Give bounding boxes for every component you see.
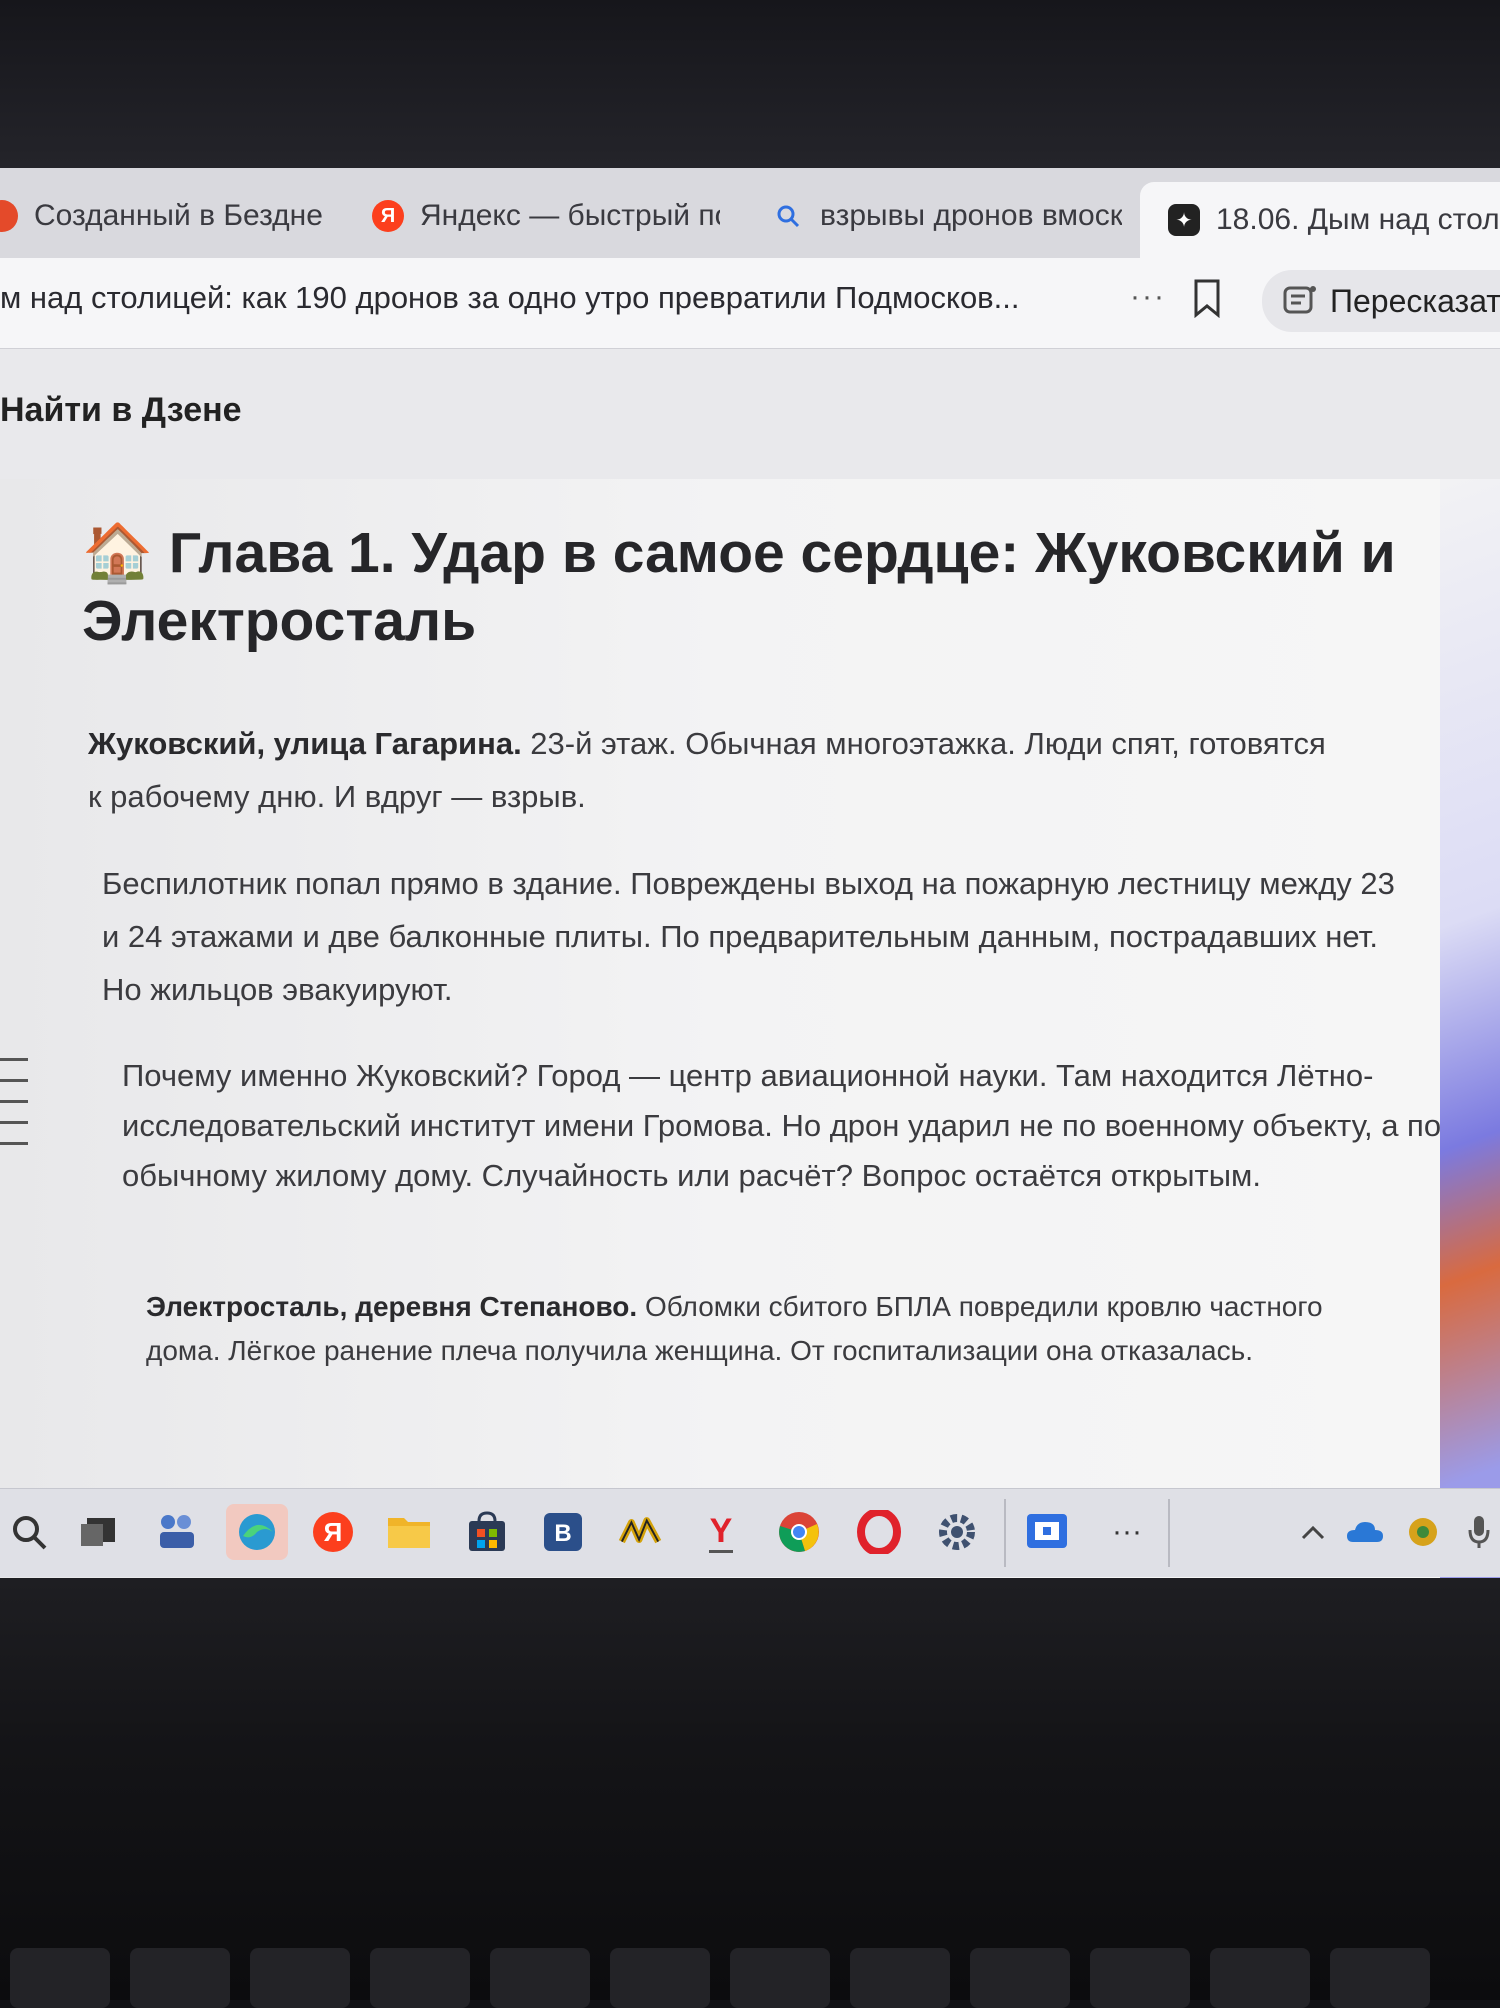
keyboard-key — [1330, 1948, 1430, 2008]
keyboard-key — [730, 1948, 830, 2008]
keyboard-key — [970, 1948, 1070, 2008]
y-letter: Y — [710, 1512, 733, 1550]
desktop-wallpaper-edge — [1440, 479, 1500, 1578]
cloud-icon[interactable] — [1342, 1509, 1388, 1555]
keyboard-key — [370, 1948, 470, 2008]
article-paragraph: Почему именно Жуковский? Город — центр а… — [122, 1051, 1442, 1201]
tab-label: Яндекс — быстрый по — [420, 199, 720, 232]
yandex-y-icon[interactable]: Y — [698, 1509, 744, 1555]
keyboard-key — [1210, 1948, 1310, 2008]
store-icon[interactable] — [464, 1509, 510, 1555]
search-icon — [772, 200, 804, 232]
article-paragraph: Электросталь, деревня Степаново. Обломки… — [146, 1285, 1386, 1373]
settings-gear-icon[interactable] — [934, 1509, 980, 1555]
article-body: 🏠 Глава 1. Удар в самое сердце: Жуковски… — [0, 479, 1442, 1578]
taskbar-divider — [1168, 1499, 1170, 1567]
keyboard-function-row — [0, 1940, 1500, 2008]
microphone-icon[interactable] — [1456, 1509, 1500, 1555]
retell-button[interactable]: Пересказат — [1262, 270, 1500, 332]
tab-smoke-over-capital[interactable]: ✦ 18.06. Дым над стол × — [1140, 182, 1500, 258]
keyboard-key — [1090, 1948, 1190, 2008]
laptop-body — [0, 1578, 1500, 2000]
media-app-icon[interactable] — [618, 1509, 664, 1555]
tab-label: взрывы дронов вмоск — [820, 199, 1122, 232]
house-icon: 🏠 — [82, 521, 153, 585]
more-button[interactable]: ··· — [1130, 280, 1166, 314]
windows-taskbar: Я B Y ··· — [0, 1488, 1500, 1577]
keyboard-key — [130, 1948, 230, 2008]
paragraph-lead: Электросталь, деревня Степаново. — [146, 1291, 638, 1322]
paragraph-text: Почему именно Жуковский? Город — центр а… — [122, 1058, 1442, 1193]
yandex-browser-icon[interactable]: Я — [310, 1509, 356, 1555]
paragraph-lead: Жуковский, улица Гагарина. — [88, 726, 522, 761]
circle-icon — [0, 200, 18, 232]
file-explorer-icon[interactable] — [386, 1509, 432, 1555]
article-paragraph: Беспилотник попал прямо в здание. Повреж… — [102, 857, 1402, 1016]
site-header: Найти в Дзене — [0, 349, 1500, 479]
search-icon[interactable] — [6, 1509, 52, 1555]
chapter-title: Глава 1. Удар в самое сердце: Жуковский … — [82, 521, 1396, 653]
tab-label: 18.06. Дым над стол — [1216, 203, 1500, 236]
retell-label: Пересказат — [1330, 282, 1500, 319]
page-title[interactable]: м над столицей: как 190 дронов за одно у… — [0, 280, 1020, 316]
article-paragraph: Жуковский, улица Гагарина. 23-й этаж. Об… — [88, 717, 1328, 823]
taskbar-divider — [1004, 1499, 1006, 1567]
monitor-bezel-top — [0, 0, 1500, 168]
paragraph-text: Беспилотник попал прямо в здание. Повреж… — [102, 866, 1395, 1007]
side-panel-handle[interactable] — [0, 1058, 28, 1163]
yandex-icon: Я — [372, 200, 404, 232]
task-view-icon[interactable] — [76, 1509, 122, 1555]
chevron-up-icon[interactable] — [1290, 1509, 1336, 1555]
tab-label: Созданный в Бездне - — [34, 199, 326, 232]
sparkle-icon: ✦ — [1168, 204, 1200, 236]
keyboard-key — [610, 1948, 710, 2008]
tray-app-icon[interactable] — [1400, 1509, 1446, 1555]
retell-icon — [1283, 286, 1316, 314]
edge-browser-icon[interactable] — [226, 1504, 288, 1560]
keyboard-key — [250, 1948, 350, 2008]
yandex-letter: Я — [324, 1517, 343, 1547]
address-bar-row: м над столицей: как 190 дронов за одно у… — [0, 258, 1500, 349]
tab-created-in-abyss[interactable]: Созданный в Бездне - — [0, 188, 326, 244]
search-in-dzen-link[interactable]: Найти в Дзене — [0, 391, 242, 430]
opera-icon[interactable] — [856, 1509, 902, 1555]
more-apps-button[interactable]: ··· — [1104, 1509, 1150, 1555]
keyboard-key — [490, 1948, 590, 2008]
app-window-icon[interactable] — [1024, 1509, 1070, 1555]
widgets-icon[interactable] — [154, 1509, 200, 1555]
keyboard-key — [10, 1948, 110, 2008]
bookmark-icon[interactable] — [1192, 278, 1222, 319]
chrome-icon[interactable] — [776, 1509, 822, 1555]
b-app-icon[interactable]: B — [540, 1509, 586, 1555]
tab-drone-search[interactable]: взрывы дронов вмоск — [772, 188, 1122, 244]
chapter-heading: 🏠 Глава 1. Удар в самое сердце: Жуковски… — [82, 519, 1402, 655]
screen: Созданный в Бездне - Я Яндекс — быстрый … — [0, 168, 1500, 1578]
tab-yandex[interactable]: Я Яндекс — быстрый по — [372, 188, 720, 244]
b-letter: B — [554, 1520, 571, 1547]
keyboard-key — [850, 1948, 950, 2008]
browser-tab-strip: Созданный в Бездне - Я Яндекс — быстрый … — [0, 168, 1500, 258]
